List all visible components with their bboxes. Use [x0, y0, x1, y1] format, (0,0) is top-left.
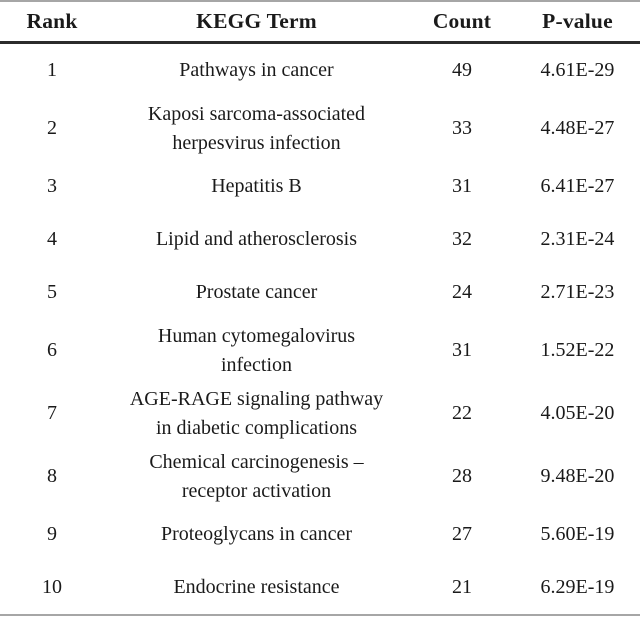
kegg-term-line: Chemical carcinogenesis – [149, 450, 364, 473]
bottom-rule-cell-rank [0, 614, 104, 619]
kegg-term-line: receptor activation [181, 479, 332, 502]
cell-count: 49 [452, 59, 472, 82]
cell-kegg-term: Human cytomegalovirus infection [104, 319, 409, 382]
cell-pvalue: 1.52E-22 [540, 339, 615, 362]
cell-count: 21 [452, 576, 472, 599]
cell-kegg-term: Chemical carcinogenesis – receptor activa… [104, 445, 409, 508]
table-footer [0, 614, 640, 619]
cell-pvalue: 5.60E-19 [540, 523, 615, 546]
cell-pvalue: 6.41E-27 [540, 175, 615, 198]
kegg-term-line: Hepatitis B [211, 175, 302, 198]
cell-rank: 10 [42, 576, 62, 599]
column-header-count: Count [409, 5, 515, 44]
cell-rank: 2 [47, 117, 57, 140]
cell-pvalue: 4.05E-20 [540, 402, 615, 425]
kegg-term-line: infection [220, 353, 293, 376]
kegg-term-line: Endocrine resistance [173, 576, 340, 599]
table-row: 5 Prostate cancer 24 2.71E-23 [0, 266, 640, 319]
cell-count: 22 [452, 402, 472, 425]
cell-pvalue: 4.61E-29 [540, 59, 615, 82]
cell-kegg-term: Proteoglycans in cancer [104, 508, 409, 561]
column-header-rank: Rank [0, 5, 104, 44]
kegg-term-line: AGE-RAGE signaling pathway [129, 387, 384, 410]
table-row: 2 Kaposi sarcoma-associated herpesvirus in… [0, 97, 640, 160]
cell-kegg-term: Pathways in cancer [104, 43, 409, 98]
column-header-pvalue: P-value [515, 5, 640, 44]
kegg-term-line: herpesvirus infection [172, 131, 341, 154]
kegg-term-line: Kaposi sarcoma-associated [147, 102, 366, 125]
table-row: 1 Pathways in cancer 49 4.61E-29 [0, 43, 640, 98]
cell-pvalue: 6.29E-19 [540, 576, 615, 599]
bottom-rule-cell-pvalue [515, 614, 640, 619]
cell-pvalue: 2.71E-23 [540, 281, 615, 304]
cell-rank: 9 [47, 523, 57, 546]
kegg-term-line: Human cytomegalovirus [157, 324, 356, 347]
kegg-term-line: Pathways in cancer [179, 59, 334, 82]
cell-rank: 1 [47, 59, 57, 82]
table-header-row: Rank KEGG Term Count P-value [0, 5, 640, 44]
cell-count: 32 [452, 228, 472, 251]
cell-kegg-term: Endocrine resistance [104, 561, 409, 615]
table-row: 4 Lipid and atherosclerosis 32 2.31E-24 [0, 213, 640, 266]
table-row: 9 Proteoglycans in cancer 27 5.60E-19 [0, 508, 640, 561]
cell-count: 31 [452, 339, 472, 362]
table-header: Rank KEGG Term Count P-value [0, 0, 640, 44]
cell-pvalue: 2.31E-24 [540, 228, 615, 251]
cell-kegg-term: Kaposi sarcoma-associated herpesvirus inf… [104, 97, 409, 160]
cell-kegg-term: Hepatitis B [104, 160, 409, 213]
cell-count: 24 [452, 281, 472, 304]
cell-rank: 8 [47, 465, 57, 488]
cell-count: 27 [452, 523, 472, 546]
cell-count: 28 [452, 465, 472, 488]
cell-count: 33 [452, 117, 472, 140]
kegg-enrichment-table-container: Rank KEGG Term Count P-value 1 Pathways i… [0, 0, 640, 632]
table-row: 6 Human cytomegalovirus infection 31 1.52E-2… [0, 319, 640, 382]
cell-kegg-term: Lipid and atherosclerosis [104, 213, 409, 266]
table-bottom-rule [0, 614, 640, 619]
table-row: 3 Hepatitis B 31 6.41E-27 [0, 160, 640, 213]
bottom-rule-cell-count [409, 614, 515, 619]
bottom-rule-cell-term [104, 614, 409, 619]
cell-rank: 4 [47, 228, 57, 251]
table-row: 8 Chemical carcinogenesis – receptor activ… [0, 445, 640, 508]
cell-rank: 3 [47, 175, 57, 198]
column-header-term: KEGG Term [104, 5, 409, 44]
cell-count: 31 [452, 175, 472, 198]
cell-rank: 6 [47, 339, 57, 362]
cell-kegg-term: Prostate cancer [104, 266, 409, 319]
table-row: 10 Endocrine resistance 21 6.29E-19 [0, 561, 640, 615]
cell-kegg-term: AGE-RAGE signaling pathway in diabetic co… [104, 382, 409, 445]
table-row: 7 AGE-RAGE signaling pathway in diabetic c… [0, 382, 640, 445]
kegg-term-line: Prostate cancer [195, 281, 318, 304]
table-body: 1 Pathways in cancer 49 4.61E-29 2 Kaposi sar… [0, 43, 640, 616]
kegg-term-line: in diabetic complications [155, 416, 358, 439]
cell-pvalue: 9.48E-20 [540, 465, 615, 488]
cell-rank: 7 [47, 402, 57, 425]
cell-pvalue: 4.48E-27 [540, 117, 615, 140]
kegg-term-line: Proteoglycans in cancer [160, 523, 353, 546]
kegg-enrichment-table: Rank KEGG Term Count P-value 1 Pathways i… [0, 0, 640, 619]
cell-rank: 5 [47, 281, 57, 304]
kegg-term-line: Lipid and atherosclerosis [155, 228, 358, 251]
